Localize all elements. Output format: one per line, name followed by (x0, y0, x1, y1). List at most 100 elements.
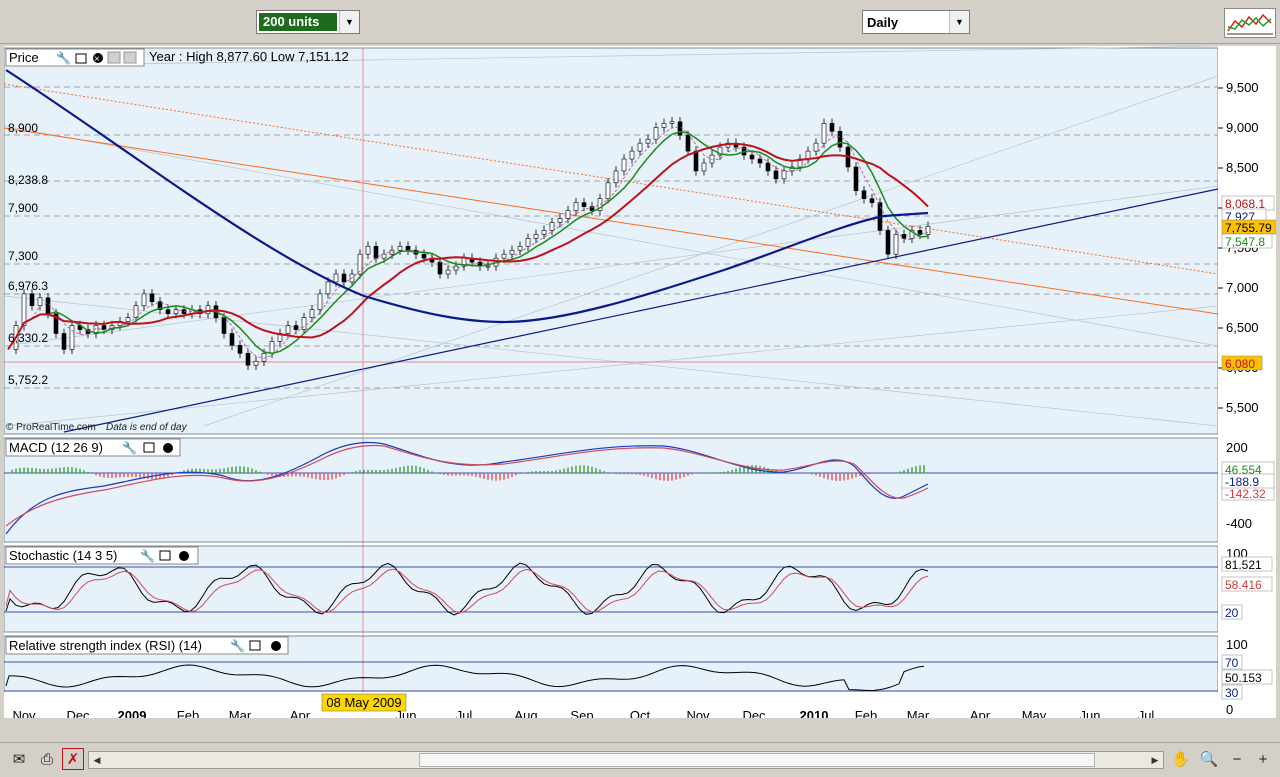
stoch-panel-title: Stochastic (14 3 5) (9, 548, 117, 563)
price-axis-label: 7,000 (1226, 280, 1259, 295)
x-axis-label: Apr (970, 708, 991, 718)
x-axis-label: Feb (855, 708, 877, 718)
x-axis-label: Aug (514, 708, 537, 718)
wrench-icon[interactable]: 🔧 (56, 50, 71, 65)
price-axis-label: 6,500 (1226, 320, 1259, 335)
candle (765, 162, 771, 172)
candle (397, 245, 403, 251)
units-value: 200 units (259, 13, 337, 31)
candle (925, 226, 931, 235)
zoom-out-icon[interactable]: − (1226, 748, 1248, 770)
x-axis-label: Oct (630, 708, 651, 718)
close-icon[interactable] (179, 551, 189, 561)
candle (861, 190, 867, 199)
rsi-panel-title: Relative strength index (RSI) (14) (9, 638, 202, 653)
candle (45, 297, 51, 314)
candle (613, 170, 619, 184)
scroll-left-icon[interactable]: ◀ (90, 753, 104, 767)
level-label: 8,900 (8, 121, 38, 135)
copyright-text: © ProRealTime.com (6, 422, 96, 433)
level-label: 8,238.8 (8, 173, 48, 187)
macd-axis-label: -400 (1226, 516, 1252, 531)
candle (677, 121, 683, 136)
price-year-info: Year : High 8,877.60 Low 7,151.12 (149, 49, 349, 64)
x-axis-label: 2009 (118, 708, 147, 718)
x-axis-label: Jun (1080, 708, 1101, 718)
timeframe-value: Daily (867, 14, 899, 30)
candle (421, 253, 427, 259)
candle (701, 162, 707, 172)
value-badge-text: -142.32 (1225, 487, 1266, 501)
value-badge-text: 70 (1225, 656, 1239, 670)
level-label: 6,976.3 (8, 279, 48, 293)
move-down-icon[interactable] (123, 51, 137, 64)
candle (285, 325, 291, 334)
scroll-right-icon[interactable]: ▶ (1148, 753, 1162, 767)
candle (437, 261, 443, 275)
crosshair-off-icon[interactable]: ✗ (62, 748, 84, 770)
candle (445, 269, 451, 275)
zoom-in-icon[interactable]: + (1252, 748, 1274, 770)
hand-icon[interactable]: ✋ (1170, 748, 1192, 770)
candle (685, 134, 691, 152)
envelope-icon[interactable]: ✉ (8, 748, 30, 770)
chevron-down-icon[interactable]: ▼ (949, 11, 969, 33)
candle (373, 245, 379, 259)
x-axis-label: Jul (456, 708, 473, 718)
close-icon[interactable] (163, 443, 173, 453)
candle (917, 230, 923, 235)
candle (341, 273, 347, 283)
x-axis-label: Sep (570, 708, 593, 718)
candle (573, 202, 579, 211)
candle (541, 230, 547, 235)
move-up-icon[interactable] (107, 51, 121, 64)
price-axis-label: 9,000 (1226, 120, 1259, 135)
price-panel[interactable] (3, 47, 1219, 435)
units-dropdown[interactable]: 200 units ▼ (256, 10, 360, 34)
close-icon[interactable] (271, 641, 281, 651)
candle (485, 265, 491, 268)
chart-area[interactable]: Price 🔧 × Year : High 8,877.60 Low 7,151.12… (3, 45, 1277, 723)
chart-canvas[interactable]: Price 🔧 × Year : High 8,877.60 Low 7,151.12… (3, 45, 1277, 723)
candle (69, 325, 75, 350)
value-badge-text: 58.416 (1225, 578, 1262, 592)
candle (829, 123, 835, 132)
wrench-icon[interactable]: 🔧 (140, 548, 155, 563)
candle (405, 245, 411, 251)
candle (853, 166, 859, 192)
candle (781, 170, 787, 180)
chart-style-button[interactable] (1224, 8, 1276, 38)
value-badge-text: 7,547.8 (1225, 235, 1265, 249)
candle (757, 158, 763, 164)
scroll-thumb[interactable] (419, 753, 1095, 767)
macd-panel[interactable] (3, 437, 1219, 543)
price-axis-label: 9,500 (1226, 80, 1259, 95)
x-axis-label: Jul (1138, 708, 1155, 718)
x-axis-label: 2010 (800, 708, 829, 718)
value-badge-text: -188.9 (1225, 475, 1259, 489)
time-scrollbar[interactable]: ◀ ▶ (88, 751, 1164, 769)
candle (653, 127, 659, 140)
price-panel-title: Price (9, 50, 39, 65)
wrench-icon[interactable]: 🔧 (230, 638, 245, 653)
candle (773, 170, 779, 180)
timeframe-dropdown[interactable]: Daily ▼ (862, 10, 970, 34)
candle (565, 210, 571, 219)
x-axis-label: Mar (907, 708, 930, 718)
candle (621, 158, 627, 172)
candle (205, 305, 211, 314)
zoom-fit-icon[interactable]: 🔍 (1198, 748, 1220, 770)
level-label: 7,900 (8, 201, 38, 215)
printer-icon[interactable]: ⎙ (36, 748, 58, 770)
wrench-icon[interactable]: 🔧 (122, 440, 137, 455)
level-label: 5,752.2 (8, 373, 48, 387)
candle (293, 325, 299, 330)
candle (149, 293, 155, 303)
macd-panel-title: MACD (12 26 9) (9, 440, 103, 455)
x-axis-label: Dec (66, 708, 90, 718)
rsi-axis-label: 0 (1226, 702, 1233, 717)
candle (229, 333, 235, 346)
chevron-down-icon[interactable]: ▼ (339, 11, 359, 33)
x-axis-label: Nov (686, 708, 710, 718)
candle (261, 353, 267, 362)
